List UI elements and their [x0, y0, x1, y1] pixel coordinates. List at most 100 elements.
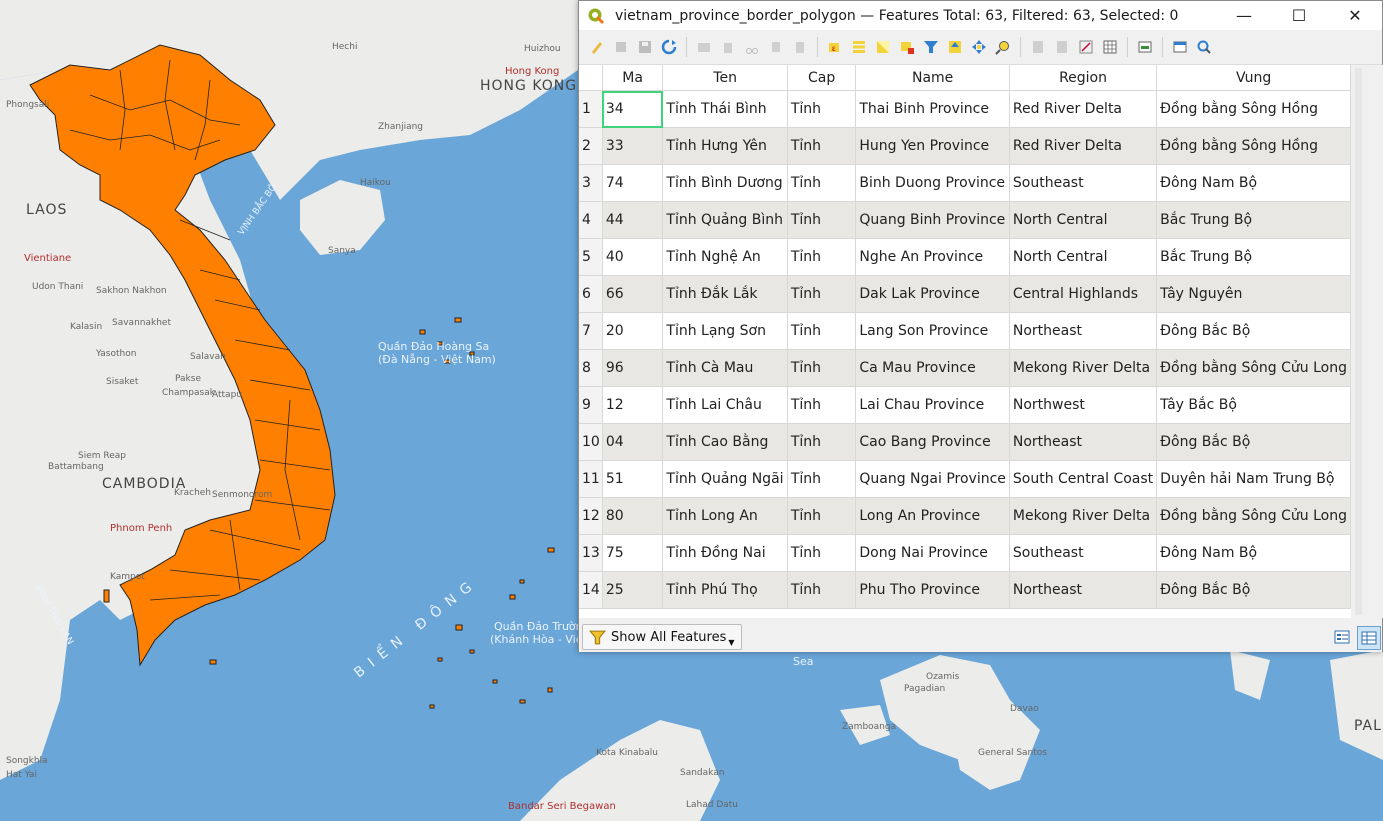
field-calculator-icon[interactable]: [1076, 37, 1096, 57]
table-row[interactable]: 10 04 Tỉnh Cao Bằng Tỉnh Cao Bang Province No…: [579, 423, 1351, 461]
row-number[interactable]: 5: [579, 238, 603, 276]
cell-name[interactable]: Binh Duong Province: [855, 164, 1010, 202]
table-row[interactable]: 1 34 Tỉnh Thái Bình Tỉnh Thai Binh Province R…: [579, 90, 1351, 128]
row-number[interactable]: 11: [579, 460, 603, 498]
filter-selected-icon[interactable]: [921, 37, 941, 57]
table-view-button[interactable]: [1357, 626, 1381, 650]
copy-icon[interactable]: [766, 37, 786, 57]
actions-icon[interactable]: [1135, 37, 1155, 57]
delete-feature-icon[interactable]: [718, 37, 738, 57]
cell-cap[interactable]: Tỉnh: [787, 201, 857, 239]
add-feature-icon[interactable]: [694, 37, 714, 57]
cell-ten[interactable]: Tỉnh Cà Mau: [662, 349, 788, 387]
column-header-ten[interactable]: Ten: [662, 65, 788, 91]
cell-ten[interactable]: Tỉnh Đồng Nai: [662, 534, 788, 572]
cell-region[interactable]: Southeast: [1009, 534, 1158, 572]
cell-vung[interactable]: Đông Nam Bộ: [1156, 534, 1351, 572]
cell-cap[interactable]: Tỉnh: [787, 90, 857, 128]
row-number[interactable]: 3: [579, 164, 603, 202]
cell-region[interactable]: Red River Delta: [1009, 127, 1158, 165]
column-header-vung[interactable]: Vung: [1156, 65, 1351, 91]
cell-name[interactable]: Nghe An Province: [855, 238, 1010, 276]
column-header-name[interactable]: Name: [855, 65, 1010, 91]
cell-region[interactable]: North Central: [1009, 238, 1158, 276]
cell-ma[interactable]: 04: [602, 423, 664, 461]
column-header-cap[interactable]: Cap: [787, 65, 857, 91]
cell-ma[interactable]: 75: [602, 534, 664, 572]
title-bar[interactable]: vietnam_province_border_polygon — Featur…: [579, 1, 1382, 30]
cell-region[interactable]: Northeast: [1009, 312, 1158, 350]
row-number[interactable]: 2: [579, 127, 603, 165]
column-header-region[interactable]: Region: [1009, 65, 1158, 91]
cell-region[interactable]: Southeast: [1009, 164, 1158, 202]
paste-icon[interactable]: [790, 37, 810, 57]
column-header-ma[interactable]: Ma: [602, 65, 664, 91]
row-number[interactable]: 13: [579, 534, 603, 572]
cell-ma[interactable]: 44: [602, 201, 664, 239]
cell-vung[interactable]: Tây Nguyên: [1156, 275, 1351, 313]
new-field-icon[interactable]: [1028, 37, 1048, 57]
cell-cap[interactable]: Tỉnh: [787, 497, 857, 535]
maximize-button[interactable]: ☐: [1271, 1, 1327, 30]
cell-name[interactable]: Quang Binh Province: [855, 201, 1010, 239]
reload-icon[interactable]: [659, 37, 679, 57]
cell-vung[interactable]: Đồng bằng Sông Hồng: [1156, 127, 1351, 165]
table-row[interactable]: 5 40 Tỉnh Nghệ An Tỉnh Nghe An Province North…: [579, 238, 1351, 276]
table-row[interactable]: 11 51 Tỉnh Quảng Ngãi Tỉnh Quang Ngai Provin…: [579, 460, 1351, 498]
cell-vung[interactable]: Đông Bắc Bộ: [1156, 312, 1351, 350]
cell-region[interactable]: Northwest: [1009, 386, 1158, 424]
cell-cap[interactable]: Tỉnh: [787, 423, 857, 461]
row-number[interactable]: 8: [579, 349, 603, 387]
vertical-scrollbar[interactable]: [1351, 65, 1383, 618]
cell-region[interactable]: Northeast: [1009, 571, 1158, 609]
conditional-formatting-icon[interactable]: [1100, 37, 1120, 57]
corner-cell[interactable]: [579, 65, 603, 91]
table-row[interactable]: 14 25 Tỉnh Phú Thọ Tỉnh Phu Tho Province Nort…: [579, 571, 1351, 609]
row-number[interactable]: 7: [579, 312, 603, 350]
table-row[interactable]: 4 44 Tỉnh Quảng Bình Tỉnh Quang Binh Provinc…: [579, 201, 1351, 239]
cut-icon[interactable]: [742, 37, 762, 57]
cell-ma[interactable]: 34: [602, 90, 664, 128]
cell-name[interactable]: Ca Mau Province: [855, 349, 1010, 387]
cell-cap[interactable]: Tỉnh: [787, 460, 857, 498]
cell-ma[interactable]: 25: [602, 571, 664, 609]
cell-region[interactable]: North Central: [1009, 201, 1158, 239]
cell-region[interactable]: Northeast: [1009, 423, 1158, 461]
organize-columns-icon[interactable]: [1194, 37, 1214, 57]
row-number[interactable]: 6: [579, 275, 603, 313]
cell-region[interactable]: Mekong River Delta: [1009, 349, 1158, 387]
table-row[interactable]: 3 74 Tỉnh Bình Dương Tỉnh Binh Duong Provinc…: [579, 164, 1351, 202]
table-row[interactable]: 2 33 Tỉnh Hưng Yên Tỉnh Hung Yen Province Red…: [579, 127, 1351, 165]
cell-name[interactable]: Dak Lak Province: [855, 275, 1010, 313]
cell-cap[interactable]: Tỉnh: [787, 127, 857, 165]
cell-ma[interactable]: 80: [602, 497, 664, 535]
cell-vung[interactable]: Đông Bắc Bộ: [1156, 571, 1351, 609]
table-row[interactable]: 12 80 Tỉnh Long An Tỉnh Long An Province Meko…: [579, 497, 1351, 535]
cell-vung[interactable]: Duyên hải Nam Trung Bộ: [1156, 460, 1351, 498]
cell-vung[interactable]: Đông Nam Bộ: [1156, 164, 1351, 202]
row-number[interactable]: 10: [579, 423, 603, 461]
form-view-button[interactable]: [1331, 626, 1353, 648]
cell-ten[interactable]: Tỉnh Quảng Ngãi: [662, 460, 788, 498]
table-row[interactable]: 13 75 Tỉnh Đồng Nai Tỉnh Dong Nai Province So…: [579, 534, 1351, 572]
cell-ten[interactable]: Tỉnh Cao Bằng: [662, 423, 788, 461]
cell-ten[interactable]: Tỉnh Nghệ An: [662, 238, 788, 276]
cell-ten[interactable]: Tỉnh Phú Thọ: [662, 571, 788, 609]
minimize-button[interactable]: —: [1216, 1, 1272, 30]
table-row[interactable]: 9 12 Tỉnh Lai Châu Tỉnh Lai Chau Province Nor…: [579, 386, 1351, 424]
dock-window-icon[interactable]: [1170, 37, 1190, 57]
row-number[interactable]: 9: [579, 386, 603, 424]
cell-region[interactable]: South Central Coast: [1009, 460, 1158, 498]
cell-region[interactable]: Central Highlands: [1009, 275, 1158, 313]
delete-field-icon[interactable]: [1052, 37, 1072, 57]
cell-name[interactable]: Lai Chau Province: [855, 386, 1010, 424]
cell-name[interactable]: Phu Tho Province: [855, 571, 1010, 609]
cell-vung[interactable]: Đông Bắc Bộ: [1156, 423, 1351, 461]
cell-name[interactable]: Dong Nai Province: [855, 534, 1010, 572]
cell-vung[interactable]: Bắc Trung Bộ: [1156, 238, 1351, 276]
move-selection-top-icon[interactable]: [945, 37, 965, 57]
cell-ten[interactable]: Tỉnh Thái Bình: [662, 90, 788, 128]
cell-ma[interactable]: 51: [602, 460, 664, 498]
row-number[interactable]: 12: [579, 497, 603, 535]
cell-name[interactable]: Long An Province: [855, 497, 1010, 535]
